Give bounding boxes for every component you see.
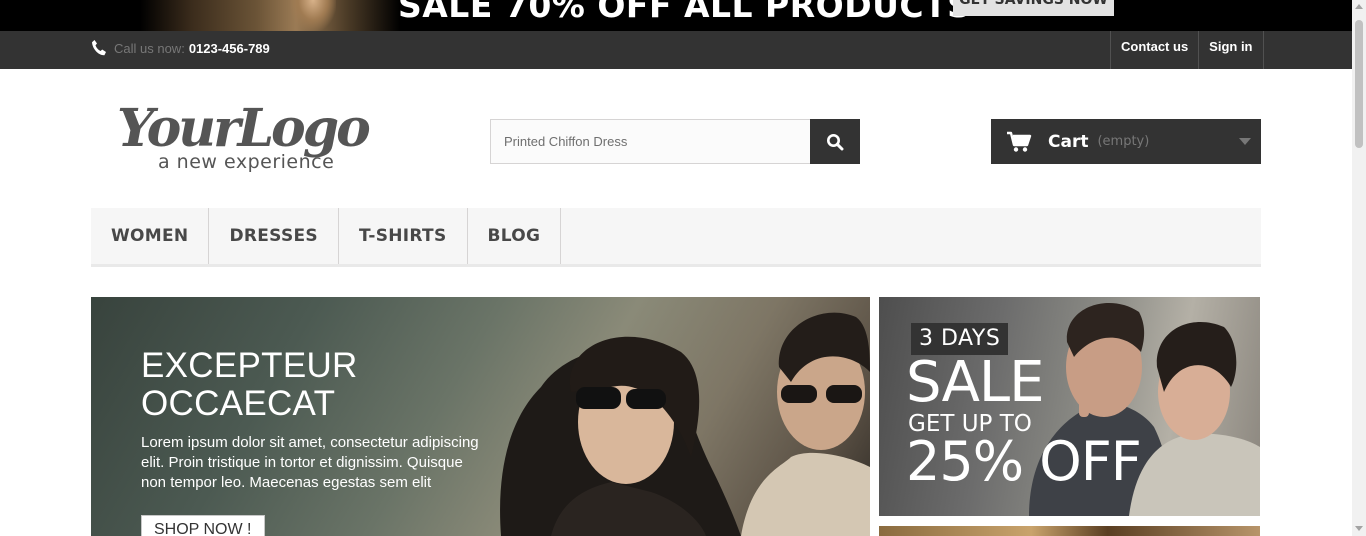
search-button[interactable] — [810, 119, 860, 164]
chevron-down-icon — [1239, 138, 1251, 145]
menu-item-t-shirts[interactable]: T-SHIRTS — [339, 208, 468, 264]
site-logo[interactable]: YourLogo a new experience — [113, 88, 403, 178]
shop-now-button[interactable]: SHOP NOW ! — [141, 515, 265, 536]
homepage-slider[interactable]: EXCEPTEUR OCCAECAT Lorem ipsum dolor sit… — [91, 297, 870, 536]
menu-item-dresses[interactable]: DRESSES — [209, 208, 339, 264]
logo-tagline: a new experience — [158, 151, 334, 173]
promo-banner[interactable]: SALE 70% OFF ALL PRODUCTS GET SAVINGS NO… — [0, 0, 1366, 31]
sign-in-link[interactable]: Sign in — [1198, 31, 1264, 69]
top-links: Contact us Sign in — [1110, 31, 1264, 69]
scroll-thumb[interactable] — [1355, 20, 1363, 148]
promo-photo — [140, 0, 400, 31]
cart-status: (empty) — [1097, 134, 1150, 149]
menu-item-women[interactable]: WOMEN — [91, 208, 210, 264]
promo-headline: SALE 70% OFF ALL PRODUCTS — [398, 0, 972, 25]
scroll-up-icon[interactable] — [1355, 4, 1363, 9]
get-savings-button[interactable]: GET SAVINGS NOW — [953, 0, 1114, 16]
main-menu: WOMEN DRESSES T-SHIRTS BLOG — [91, 208, 1261, 267]
sale-heading: SALE — [906, 350, 1044, 415]
phone-contact: Call us now: 0123-456-789 — [91, 39, 270, 57]
top-bar: Call us now: 0123-456-789 Contact us Sig… — [0, 31, 1352, 69]
secondary-banner[interactable] — [879, 526, 1260, 536]
cart-button[interactable]: Cart (empty) — [991, 119, 1261, 164]
phone-label: Call us now: — [114, 40, 185, 56]
cart-label: Cart — [1048, 131, 1089, 152]
scroll-down-icon[interactable] — [1355, 526, 1363, 531]
sale-discount: 25% OFF — [906, 430, 1142, 493]
logo-main: YourLogo — [117, 98, 369, 159]
slide-content: EXCEPTEUR OCCAECAT Lorem ipsum dolor sit… — [141, 347, 491, 493]
menu-item-blog[interactable]: BLOG — [468, 208, 562, 264]
sale-banner[interactable]: 3 DAYS SALE GET UP TO 25% OFF — [879, 297, 1260, 516]
phone-icon — [92, 40, 106, 56]
slide-text: Lorem ipsum dolor sit amet, consectetur … — [141, 434, 479, 491]
search-input[interactable] — [490, 119, 810, 164]
slide-title: EXCEPTEUR OCCAECAT — [141, 346, 358, 423]
search-icon — [827, 133, 844, 150]
contact-us-link[interactable]: Contact us — [1110, 31, 1198, 69]
page-scrollbar[interactable] — [1352, 0, 1366, 536]
cart-icon — [1007, 131, 1032, 152]
phone-number: 0123-456-789 — [188, 40, 270, 56]
search-form — [490, 119, 860, 164]
